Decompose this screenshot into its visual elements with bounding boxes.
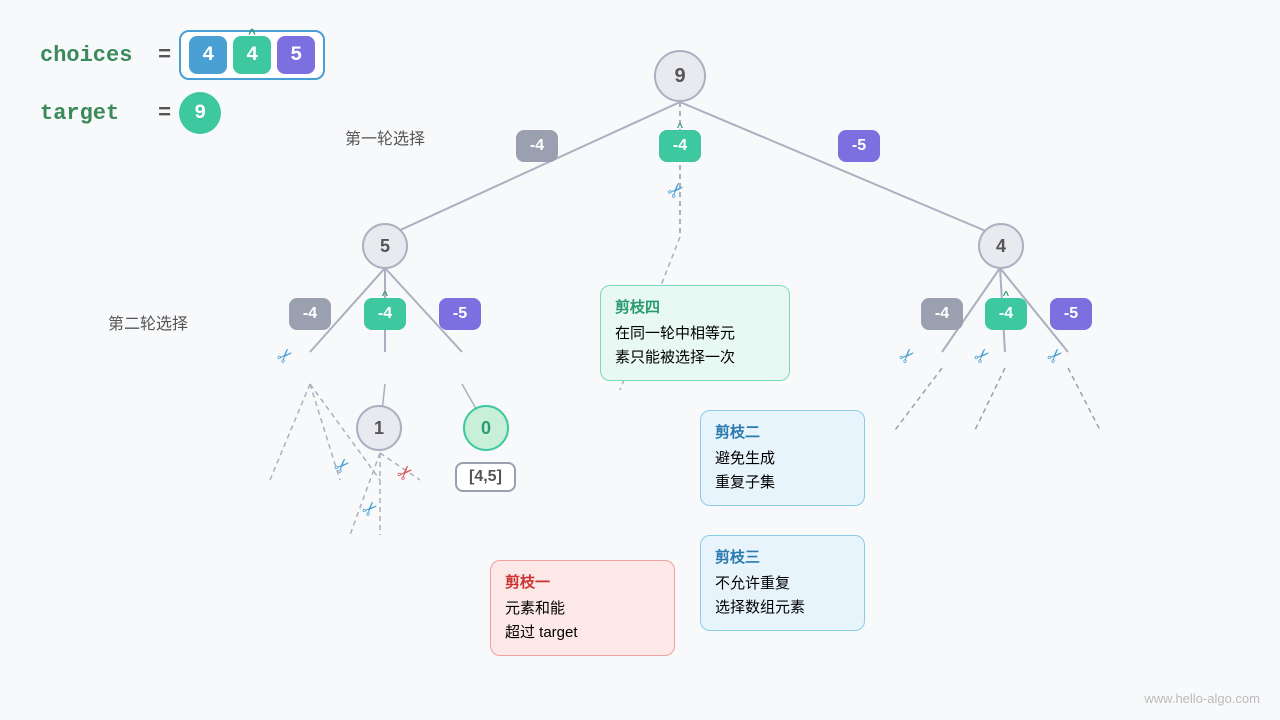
- scissors-l2r-a: ✂: [894, 343, 922, 371]
- info-prune1: 剪枝一 元素和能超过 target: [490, 560, 675, 656]
- choices-row: choices = 4 ^ 4 5: [40, 30, 325, 80]
- prune1-title: 剪枝一: [505, 571, 660, 595]
- choice-4-1: 4: [189, 36, 227, 74]
- choice-4-2: ^ 4: [233, 36, 271, 74]
- scissors-l2r-b: ✂: [969, 343, 997, 371]
- edge-l1l-b: ^ -4: [364, 298, 406, 330]
- info-prune2: 剪枝二 避免生成重复子集: [700, 410, 865, 506]
- prune3-title: 剪枝三: [715, 546, 850, 570]
- choice-5: 5: [277, 36, 315, 74]
- root-node: 9: [654, 50, 706, 102]
- scissors-l2l-a: ✂: [272, 343, 300, 371]
- edge-root-mid: ^ -4: [659, 130, 701, 162]
- prune2-title: 剪枝二: [715, 421, 850, 445]
- choices-label: choices: [40, 43, 150, 68]
- scissors-mid-edge: ✂: [662, 176, 692, 206]
- scissors-l3-c: ✂: [357, 496, 385, 524]
- prune2-body: 避免生成重复子集: [715, 447, 850, 495]
- round1-label: 第一轮选择: [345, 125, 425, 149]
- edge-l1l-a: -4: [289, 298, 331, 330]
- target-value: 9: [179, 92, 221, 134]
- node-level2-left: 1: [356, 405, 402, 451]
- node-level1-right: 4: [978, 223, 1024, 269]
- scissors-l2r-c: ✂: [1042, 343, 1070, 371]
- node-level1-left: 5: [362, 223, 408, 269]
- prune3-body: 不允许重复选择数组元素: [715, 572, 850, 620]
- round2-label: 第二轮选择: [108, 310, 188, 334]
- prune4-title: 剪枝四: [615, 296, 775, 320]
- info-prune4: 剪枝四 在同一轮中相等元素只能被选择一次: [600, 285, 790, 381]
- prune1-body: 元素和能超过 target: [505, 597, 660, 645]
- edge-l1r-a: -4: [921, 298, 963, 330]
- result-box: [4,5]: [455, 462, 516, 492]
- edge-l1l-c: -5: [439, 298, 481, 330]
- node-level2-right: 0: [463, 405, 509, 451]
- edge-root-right: -5: [838, 130, 880, 162]
- choices-box: 4 ^ 4 5: [179, 30, 325, 80]
- watermark: www.hello-algo.com: [1144, 691, 1260, 706]
- edge-l1r-c: -5: [1050, 298, 1092, 330]
- legend: choices = 4 ^ 4 5 target = 9: [40, 30, 325, 146]
- scissors-l3-a: ✂: [329, 453, 357, 481]
- target-label: target: [40, 101, 150, 126]
- prune4-body: 在同一轮中相等元素只能被选择一次: [615, 322, 775, 370]
- scissors-l3-b: ✂: [392, 460, 420, 488]
- eq1: =: [158, 43, 171, 68]
- edge-root-left: -4: [516, 130, 558, 162]
- edge-l1r-b: ^ -4: [985, 298, 1027, 330]
- eq2: =: [158, 101, 171, 126]
- page-container: { "title": "choices pruning tree diagram…: [0, 0, 1280, 720]
- info-prune3: 剪枝三 不允许重复选择数组元素: [700, 535, 865, 631]
- target-row: target = 9: [40, 92, 325, 134]
